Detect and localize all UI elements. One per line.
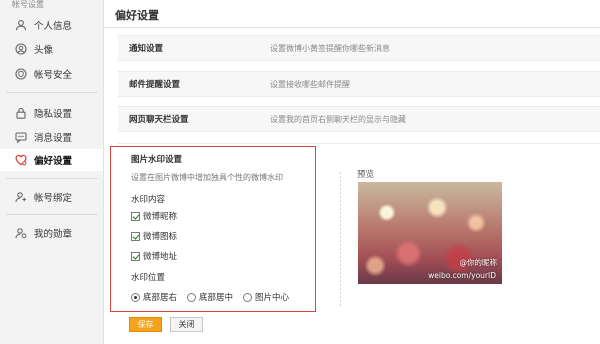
sidebar-item-label: 帐号绑定	[34, 193, 73, 204]
radio-image-center[interactable]: 图片中心	[243, 291, 289, 303]
watermark-title: 图片水印设置	[131, 155, 183, 165]
setting-row-title: 网页聊天栏设置	[129, 115, 189, 125]
checkbox-show-nickname[interactable]: 微博昵称	[131, 210, 177, 222]
shield-icon	[15, 68, 27, 80]
preview-image: @你的昵称 weibo.com/yourID	[358, 182, 502, 284]
main-content: 偏好设置 通知设置 设置微博小黄签提醒你哪些新消息 邮件提醒设置 设置接收哪些邮…	[103, 0, 600, 344]
preview-watermark-nickname: @你的昵称	[459, 258, 498, 267]
message-icon	[15, 131, 27, 144]
sidebar-divider	[6, 178, 98, 179]
checkbox-checked-icon[interactable]	[131, 211, 140, 221]
checkbox-checked-icon[interactable]	[131, 251, 140, 261]
radio-unchecked-icon[interactable]	[187, 292, 197, 302]
setting-row-chat-bar[interactable]: 网页聊天栏设置 设置我的首页右侧聊天栏的显示与隐藏	[118, 106, 600, 132]
sidebar-item-personal-info[interactable]: 个人信息	[0, 14, 103, 36]
radio-checked-icon[interactable]	[131, 292, 140, 302]
checkbox-label: 微博图标	[143, 232, 178, 242]
radio-bottom-right[interactable]: 底部居右	[131, 291, 177, 303]
sidebar-item-label: 偏好设置	[34, 156, 73, 167]
watermark-content-label: 水印内容	[131, 195, 166, 205]
setting-row-notification[interactable]: 通知设置 设置微博小黄签提醒你哪些新消息	[118, 35, 600, 61]
sidebar-item-account-security[interactable]: 帐号安全	[0, 63, 103, 85]
setting-row-desc: 设置接收哪些邮件提醒	[270, 79, 350, 89]
save-button[interactable]: 保存	[129, 317, 162, 332]
sidebar-item-avatar[interactable]: 头像	[0, 38, 103, 60]
radio-label: 图片中心	[255, 293, 290, 303]
radio-label: 底部居右	[143, 293, 178, 303]
sidebar-item-account-binding[interactable]: 帐号绑定	[0, 186, 103, 208]
lock-icon	[15, 107, 27, 119]
watermark-position-group: 底部居右 底部居中 图片中心	[131, 291, 299, 303]
sidebar-item-label: 头像	[34, 45, 54, 56]
dashed-divider	[340, 172, 341, 307]
person-link-icon	[15, 191, 27, 203]
medal-icon	[15, 227, 27, 239]
radio-label: 底部居中	[199, 293, 234, 303]
preview-label: 预览	[357, 170, 375, 180]
checkbox-show-url[interactable]: 微博地址	[131, 250, 177, 262]
title-divider	[104, 27, 600, 28]
setting-row-desc: 设置微博小黄签提醒你哪些新消息	[270, 43, 390, 53]
radio-bottom-center[interactable]: 底部居中	[187, 291, 233, 303]
person-icon	[15, 19, 27, 31]
avatar-icon	[15, 43, 27, 55]
checkbox-label: 微博地址	[143, 252, 178, 262]
watermark-position-label: 水印位置	[131, 273, 166, 283]
preview-watermark-url: weibo.com/yourID	[428, 271, 496, 280]
sidebar-item-label: 消息设置	[34, 133, 73, 144]
watermark-settings-panel: 图片水印设置 设置在图片微博中增加独具个性的微博水印 水印内容 微博昵称 微博图…	[118, 143, 600, 344]
sidebar-item-message-settings[interactable]: 消息设置	[0, 126, 103, 148]
radio-unchecked-icon[interactable]	[243, 292, 253, 302]
close-button[interactable]: 关闭	[170, 317, 203, 332]
heart-gear-icon	[15, 154, 27, 166]
checkbox-show-logo[interactable]: 微博图标	[131, 230, 177, 242]
checkbox-checked-icon[interactable]	[131, 231, 140, 241]
sidebar-item-my-medals[interactable]: 我的勋章	[0, 222, 103, 244]
sidebar-group-title: 帐号设置	[12, 0, 44, 9]
page-title: 偏好设置	[115, 9, 159, 22]
sidebar-item-label: 隐私设置	[34, 109, 73, 120]
sidebar-divider	[6, 214, 98, 215]
sidebar-item-label: 我的勋章	[34, 229, 73, 240]
setting-row-desc: 设置我的首页右侧聊天栏的显示与隐藏	[270, 114, 406, 124]
sidebar: 帐号设置 个人信息 头像 帐号安全 隐私设置 消息设置 偏好设置 帐号绑定 我的…	[0, 0, 103, 344]
checkbox-label: 微博昵称	[143, 212, 178, 222]
sidebar-item-privacy[interactable]: 隐私设置	[0, 102, 103, 124]
setting-row-title: 邮件提醒设置	[129, 80, 181, 90]
sidebar-item-preferences[interactable]: 偏好设置	[0, 149, 103, 171]
sidebar-item-label: 帐号安全	[34, 70, 73, 81]
setting-row-title: 通知设置	[129, 44, 164, 54]
sidebar-item-label: 个人信息	[34, 21, 73, 32]
watermark-desc: 设置在图片微博中增加独具个性的微博水印	[131, 173, 283, 182]
setting-row-email-reminder[interactable]: 邮件提醒设置 设置接收哪些邮件提醒	[118, 71, 600, 97]
sidebar-divider	[6, 92, 98, 93]
